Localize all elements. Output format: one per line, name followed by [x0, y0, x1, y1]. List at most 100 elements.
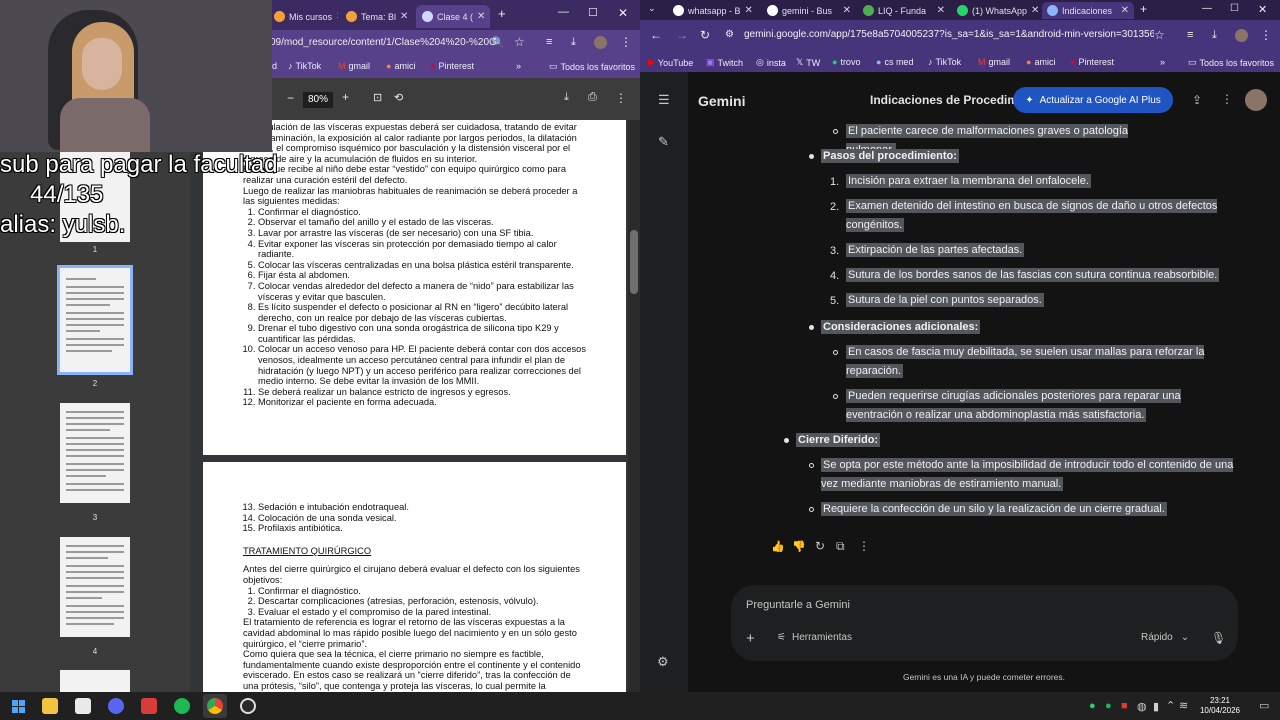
close-window-button[interactable]: ✕: [1258, 3, 1267, 16]
close-icon[interactable]: ✕: [1121, 5, 1129, 16]
close-icon[interactable]: ✕: [400, 11, 408, 22]
microphone-tray-icon[interactable]: ▮: [1153, 700, 1159, 713]
rotate-icon[interactable]: ⟲: [394, 91, 403, 104]
forward-icon[interactable]: →: [676, 28, 688, 42]
close-icon[interactable]: ✕: [745, 5, 753, 16]
close-icon[interactable]: ✕: [336, 11, 338, 22]
left-url-field[interactable]: 09/mod_resource/content/1/Clase%204%20-%…: [270, 34, 510, 52]
whatsapp-tray-icon[interactable]: ●: [1089, 700, 1096, 712]
bookmark-insta[interactable]: ◎ insta: [756, 57, 786, 68]
more-actions-icon[interactable]: ⋮: [858, 539, 870, 553]
start-icon[interactable]: [12, 700, 25, 713]
site-info-icon[interactable]: ⚙: [725, 29, 734, 40]
share-icon[interactable]: ⇪: [1192, 93, 1202, 107]
more-options-icon[interactable]: ⋮: [1221, 92, 1233, 106]
thumbs-down-icon[interactable]: 👎: [792, 540, 806, 553]
hamburger-menu-icon[interactable]: ☰: [658, 92, 670, 108]
thumbnail-page-2[interactable]: [57, 265, 133, 375]
bookmark-all-favorites[interactable]: ▭ Todos los favoritos: [549, 61, 635, 72]
bookmarks-overflow-icon[interactable]: »: [1160, 57, 1165, 67]
discord-icon[interactable]: [108, 698, 124, 714]
bookmark-tiktok[interactable]: ♪ TikTok: [288, 61, 321, 71]
profile-avatar[interactable]: [1235, 29, 1248, 42]
minimize-button[interactable]: —: [558, 6, 569, 18]
notifications-icon[interactable]: ▭: [1259, 699, 1269, 712]
fit-page-icon[interactable]: ⊡: [373, 91, 382, 104]
thumbs-up-icon[interactable]: 👍: [771, 540, 785, 553]
tray-app-icon[interactable]: ■: [1121, 700, 1128, 712]
close-window-button[interactable]: ✕: [618, 6, 628, 20]
zoom-level-field[interactable]: 80%: [303, 92, 333, 108]
clock[interactable]: 23:21 10/04/2026: [1195, 696, 1245, 716]
download-icon[interactable]: ⤓: [571, 36, 576, 49]
right-url-field[interactable]: gemini.google.com/app/175e8a5704005237?i…: [744, 29, 1154, 40]
calculator-icon[interactable]: [75, 698, 91, 714]
pdf-scrollbar[interactable]: [628, 120, 640, 692]
add-attachment-icon[interactable]: +: [746, 630, 755, 647]
close-icon[interactable]: ✕: [937, 5, 945, 16]
bookmark-tiktok[interactable]: ♪ TikTok: [928, 57, 961, 67]
bookmark-d[interactable]: d: [272, 61, 277, 71]
close-icon[interactable]: ✕: [843, 5, 851, 16]
pdf-download-icon[interactable]: ⤓: [564, 91, 569, 104]
menu-icon[interactable]: ⋮: [1260, 28, 1272, 42]
gemini-brand[interactable]: Gemini: [698, 93, 745, 109]
print-icon[interactable]: ⎙: [588, 91, 597, 104]
tab-whatsapp-search[interactable]: whatsapp - B ✕: [668, 2, 756, 19]
profile-avatar[interactable]: [594, 36, 607, 49]
tab-whatsapp[interactable]: (1) WhatsApp ✕: [952, 2, 1044, 19]
wifi-icon[interactable]: ≋: [1179, 699, 1188, 712]
close-icon[interactable]: ✕: [1031, 5, 1039, 16]
microphone-icon[interactable]: 🎙: [1211, 631, 1226, 645]
tools-button[interactable]: ⚟ Herramientas: [777, 632, 852, 643]
pdf-menu-icon[interactable]: ⋮: [615, 91, 627, 105]
file-explorer-icon[interactable]: [42, 698, 58, 714]
new-tab-button[interactable]: +: [498, 6, 506, 21]
bookmark-amici[interactable]: ● amici: [386, 61, 415, 71]
thumbnail-page-5[interactable]: [60, 670, 130, 692]
bookmark-pinterest[interactable]: ● Pinterest: [1070, 57, 1114, 67]
bookmark-cs-med[interactable]: ● cs med: [876, 57, 913, 67]
copy-icon[interactable]: ⧉: [836, 539, 845, 554]
download-icon[interactable]: ⤓: [1212, 29, 1217, 42]
close-icon[interactable]: ✕: [477, 11, 485, 22]
thumbnail-page-3[interactable]: [60, 403, 130, 503]
tab-clase-4[interactable]: Clase 4 (✕: [416, 5, 490, 28]
obs-icon[interactable]: [240, 698, 256, 714]
new-tab-button[interactable]: +: [1140, 2, 1147, 16]
spotify-tray-icon[interactable]: ●: [1105, 700, 1112, 712]
maximize-button[interactable]: ☐: [1230, 3, 1239, 14]
tab-indicaciones[interactable]: Indicaciones ✕: [1042, 2, 1134, 19]
expand-tray-icon[interactable]: ⌃: [1166, 699, 1175, 712]
pdf-scroll-thumb[interactable]: [630, 230, 638, 294]
spotify-icon[interactable]: [174, 698, 190, 714]
tab-tema[interactable]: Tema: Bl ✕: [340, 5, 412, 28]
bookmark-gmail[interactable]: Mgmail: [338, 61, 370, 71]
queue-icon[interactable]: ≡: [1187, 29, 1193, 41]
tray-app-icon[interactable]: ◍: [1137, 700, 1147, 713]
zoom-search-icon[interactable]: 🔍: [491, 36, 505, 49]
menu-icon[interactable]: ⋮: [620, 35, 632, 49]
bookmark-tw[interactable]: 𝕏 TW: [796, 57, 820, 68]
thumbnail-page-4[interactable]: [60, 537, 130, 637]
bookmark-trovo[interactable]: ● trovo: [832, 57, 860, 67]
tab-mis-cursos[interactable]: Mis cursos✕: [268, 5, 338, 28]
back-icon[interactable]: ←: [650, 28, 662, 42]
tab-gemini-search[interactable]: gemini - Bus ✕: [762, 2, 856, 19]
zoom-in-button[interactable]: +: [342, 90, 349, 104]
bookmark-pinterest[interactable]: ● Pinterest: [430, 61, 474, 71]
maximize-button[interactable]: ☐: [588, 6, 598, 19]
star-icon[interactable]: ☆: [1154, 28, 1165, 42]
bookmark-gmail[interactable]: Mgmail: [978, 57, 1010, 67]
mode-dropdown[interactable]: Rápido ⌄: [1141, 632, 1189, 643]
tab-liq[interactable]: LIQ - Funda ✕: [858, 2, 950, 19]
reload-icon[interactable]: ↻: [700, 28, 710, 42]
app-icon[interactable]: [141, 698, 157, 714]
queue-icon[interactable]: ≡: [546, 36, 552, 48]
minimize-button[interactable]: —: [1202, 3, 1212, 14]
regenerate-icon[interactable]: ↻: [815, 539, 825, 553]
user-avatar[interactable]: [1245, 89, 1267, 111]
settings-icon[interactable]: ⚙: [657, 654, 669, 670]
bookmark-twitch[interactable]: ▣ Twitch: [706, 57, 743, 68]
bookmark-youtube[interactable]: ▶ YouTube: [648, 57, 693, 68]
